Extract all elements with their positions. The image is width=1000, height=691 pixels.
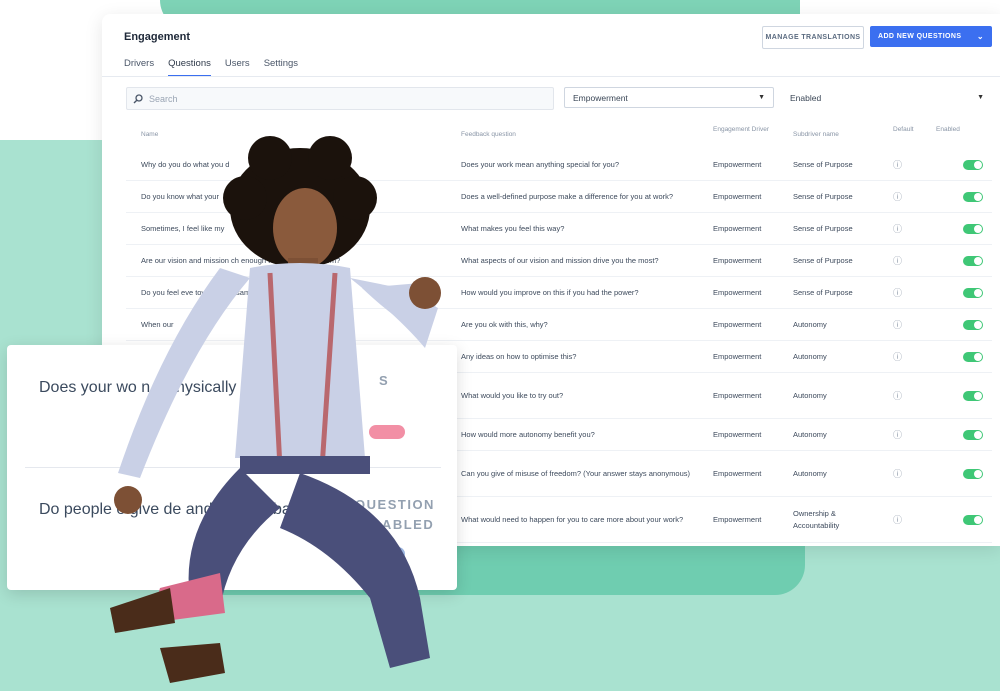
row-feedback-question: How would more autonomy benefit you? xyxy=(461,429,595,439)
row-driver: Empowerment xyxy=(713,287,762,297)
row-subdriver: Ownership & Accountability xyxy=(793,508,840,530)
row-driver: Empowerment xyxy=(713,514,762,524)
enabled-toggle[interactable] xyxy=(963,468,983,479)
status-filter-value: Enabled xyxy=(790,92,822,103)
enabled-toggle[interactable] xyxy=(963,514,983,525)
page-title: Engagement xyxy=(124,31,191,43)
row-subdriver: Autonomy xyxy=(793,468,827,478)
info-icon[interactable]: ⓘ xyxy=(893,319,902,331)
col-enabled[interactable]: Enabled xyxy=(936,126,960,133)
driver-filter-value: Empowerment xyxy=(573,92,628,103)
enabled-toggle[interactable] xyxy=(963,159,983,170)
row-feedback-question: What would you like to try out? xyxy=(461,390,564,400)
row-subdriver: Sense of Purpose xyxy=(793,255,853,265)
row-subdriver: Autonomy xyxy=(793,390,827,400)
info-icon[interactable]: ⓘ xyxy=(893,159,902,171)
tab-drivers[interactable]: Drivers xyxy=(124,58,154,77)
col-default[interactable]: Default xyxy=(893,126,914,133)
add-new-questions-label: ADD NEW QUESTIONS xyxy=(878,33,962,40)
info-icon[interactable]: ⓘ xyxy=(893,514,902,526)
search-input[interactable]: Search xyxy=(126,87,554,110)
search-placeholder: Search xyxy=(149,93,178,104)
status-filter-select[interactable]: Enabled ▼ xyxy=(782,87,992,108)
search-icon xyxy=(127,93,149,104)
tabs-divider xyxy=(102,76,1000,77)
col-feedback[interactable]: Feedback question xyxy=(461,131,516,138)
row-driver: Empowerment xyxy=(713,351,762,361)
enabled-toggle[interactable] xyxy=(963,390,983,401)
enabled-toggle[interactable] xyxy=(963,287,983,298)
tab-questions[interactable]: Questions xyxy=(168,58,211,77)
row-driver: Empowerment xyxy=(713,468,762,478)
enabled-toggle[interactable] xyxy=(963,191,983,202)
info-icon[interactable]: ⓘ xyxy=(893,191,902,203)
info-icon[interactable]: ⓘ xyxy=(893,287,902,299)
jumping-man-photo xyxy=(110,136,441,683)
row-subdriver: Autonomy xyxy=(793,351,827,361)
row-feedback-question: Does a well-defined purpose make a diffe… xyxy=(461,191,674,201)
row-feedback-question: Any ideas on how to optimise this? xyxy=(461,351,577,361)
tab-settings[interactable]: Settings xyxy=(264,58,298,77)
info-icon[interactable]: ⓘ xyxy=(893,223,902,235)
row-subdriver: Sense of Purpose xyxy=(793,191,853,201)
row-subdriver: Sense of Purpose xyxy=(793,287,853,297)
enabled-toggle[interactable] xyxy=(963,255,983,266)
info-icon[interactable]: ⓘ xyxy=(893,429,902,441)
enabled-toggle[interactable] xyxy=(963,223,983,234)
row-feedback-question: What would need to happen for you to car… xyxy=(461,514,684,524)
row-driver: Empowerment xyxy=(713,390,762,400)
chevron-down-icon[interactable]: ⌄ xyxy=(977,32,984,41)
row-feedback-question: What aspects of our vision and mission d… xyxy=(461,255,659,265)
row-driver: Empowerment xyxy=(713,191,762,201)
row-feedback-question: Are you ok with this, why? xyxy=(461,319,548,329)
row-subdriver: Sense of Purpose xyxy=(793,223,853,233)
driver-filter-select[interactable]: Empowerment ▼ xyxy=(564,87,774,108)
tab-bar: Drivers Questions Users Settings xyxy=(124,58,298,77)
info-icon[interactable]: ⓘ xyxy=(893,468,902,480)
tab-users[interactable]: Users xyxy=(225,58,250,77)
row-driver: Empowerment xyxy=(713,429,762,439)
add-new-questions-button[interactable]: ADD NEW QUESTIONS ⌄ xyxy=(870,26,992,47)
row-driver: Empowerment xyxy=(713,223,762,233)
row-feedback-question: Does your work mean anything special for… xyxy=(461,159,619,169)
enabled-toggle[interactable] xyxy=(963,429,983,440)
enabled-toggle[interactable] xyxy=(963,351,983,362)
row-feedback-question: Can you give of misuse of freedom? (Your… xyxy=(461,468,691,478)
row-subdriver: Autonomy xyxy=(793,319,827,329)
info-icon[interactable]: ⓘ xyxy=(893,255,902,267)
manage-translations-button[interactable]: MANAGE TRANSLATIONS xyxy=(762,26,864,49)
caret-down-icon: ▼ xyxy=(758,94,765,101)
row-driver: Empowerment xyxy=(713,319,762,329)
col-subdriver[interactable]: Subdriver name xyxy=(793,131,839,138)
row-feedback-question: What makes you feel this way? xyxy=(461,223,565,233)
row-subdriver: Sense of Purpose xyxy=(793,159,853,169)
info-icon[interactable]: ⓘ xyxy=(893,390,902,402)
row-driver: Empowerment xyxy=(713,255,762,265)
row-feedback-question: How would you improve on this if you had… xyxy=(461,287,639,297)
info-icon[interactable]: ⓘ xyxy=(893,351,902,363)
enabled-toggle[interactable] xyxy=(963,319,983,330)
row-subdriver: Autonomy xyxy=(793,429,827,439)
row-driver: Empowerment xyxy=(713,159,762,169)
col-driver[interactable]: Engagement Driver xyxy=(713,126,769,133)
caret-down-icon: ▼ xyxy=(977,94,984,101)
